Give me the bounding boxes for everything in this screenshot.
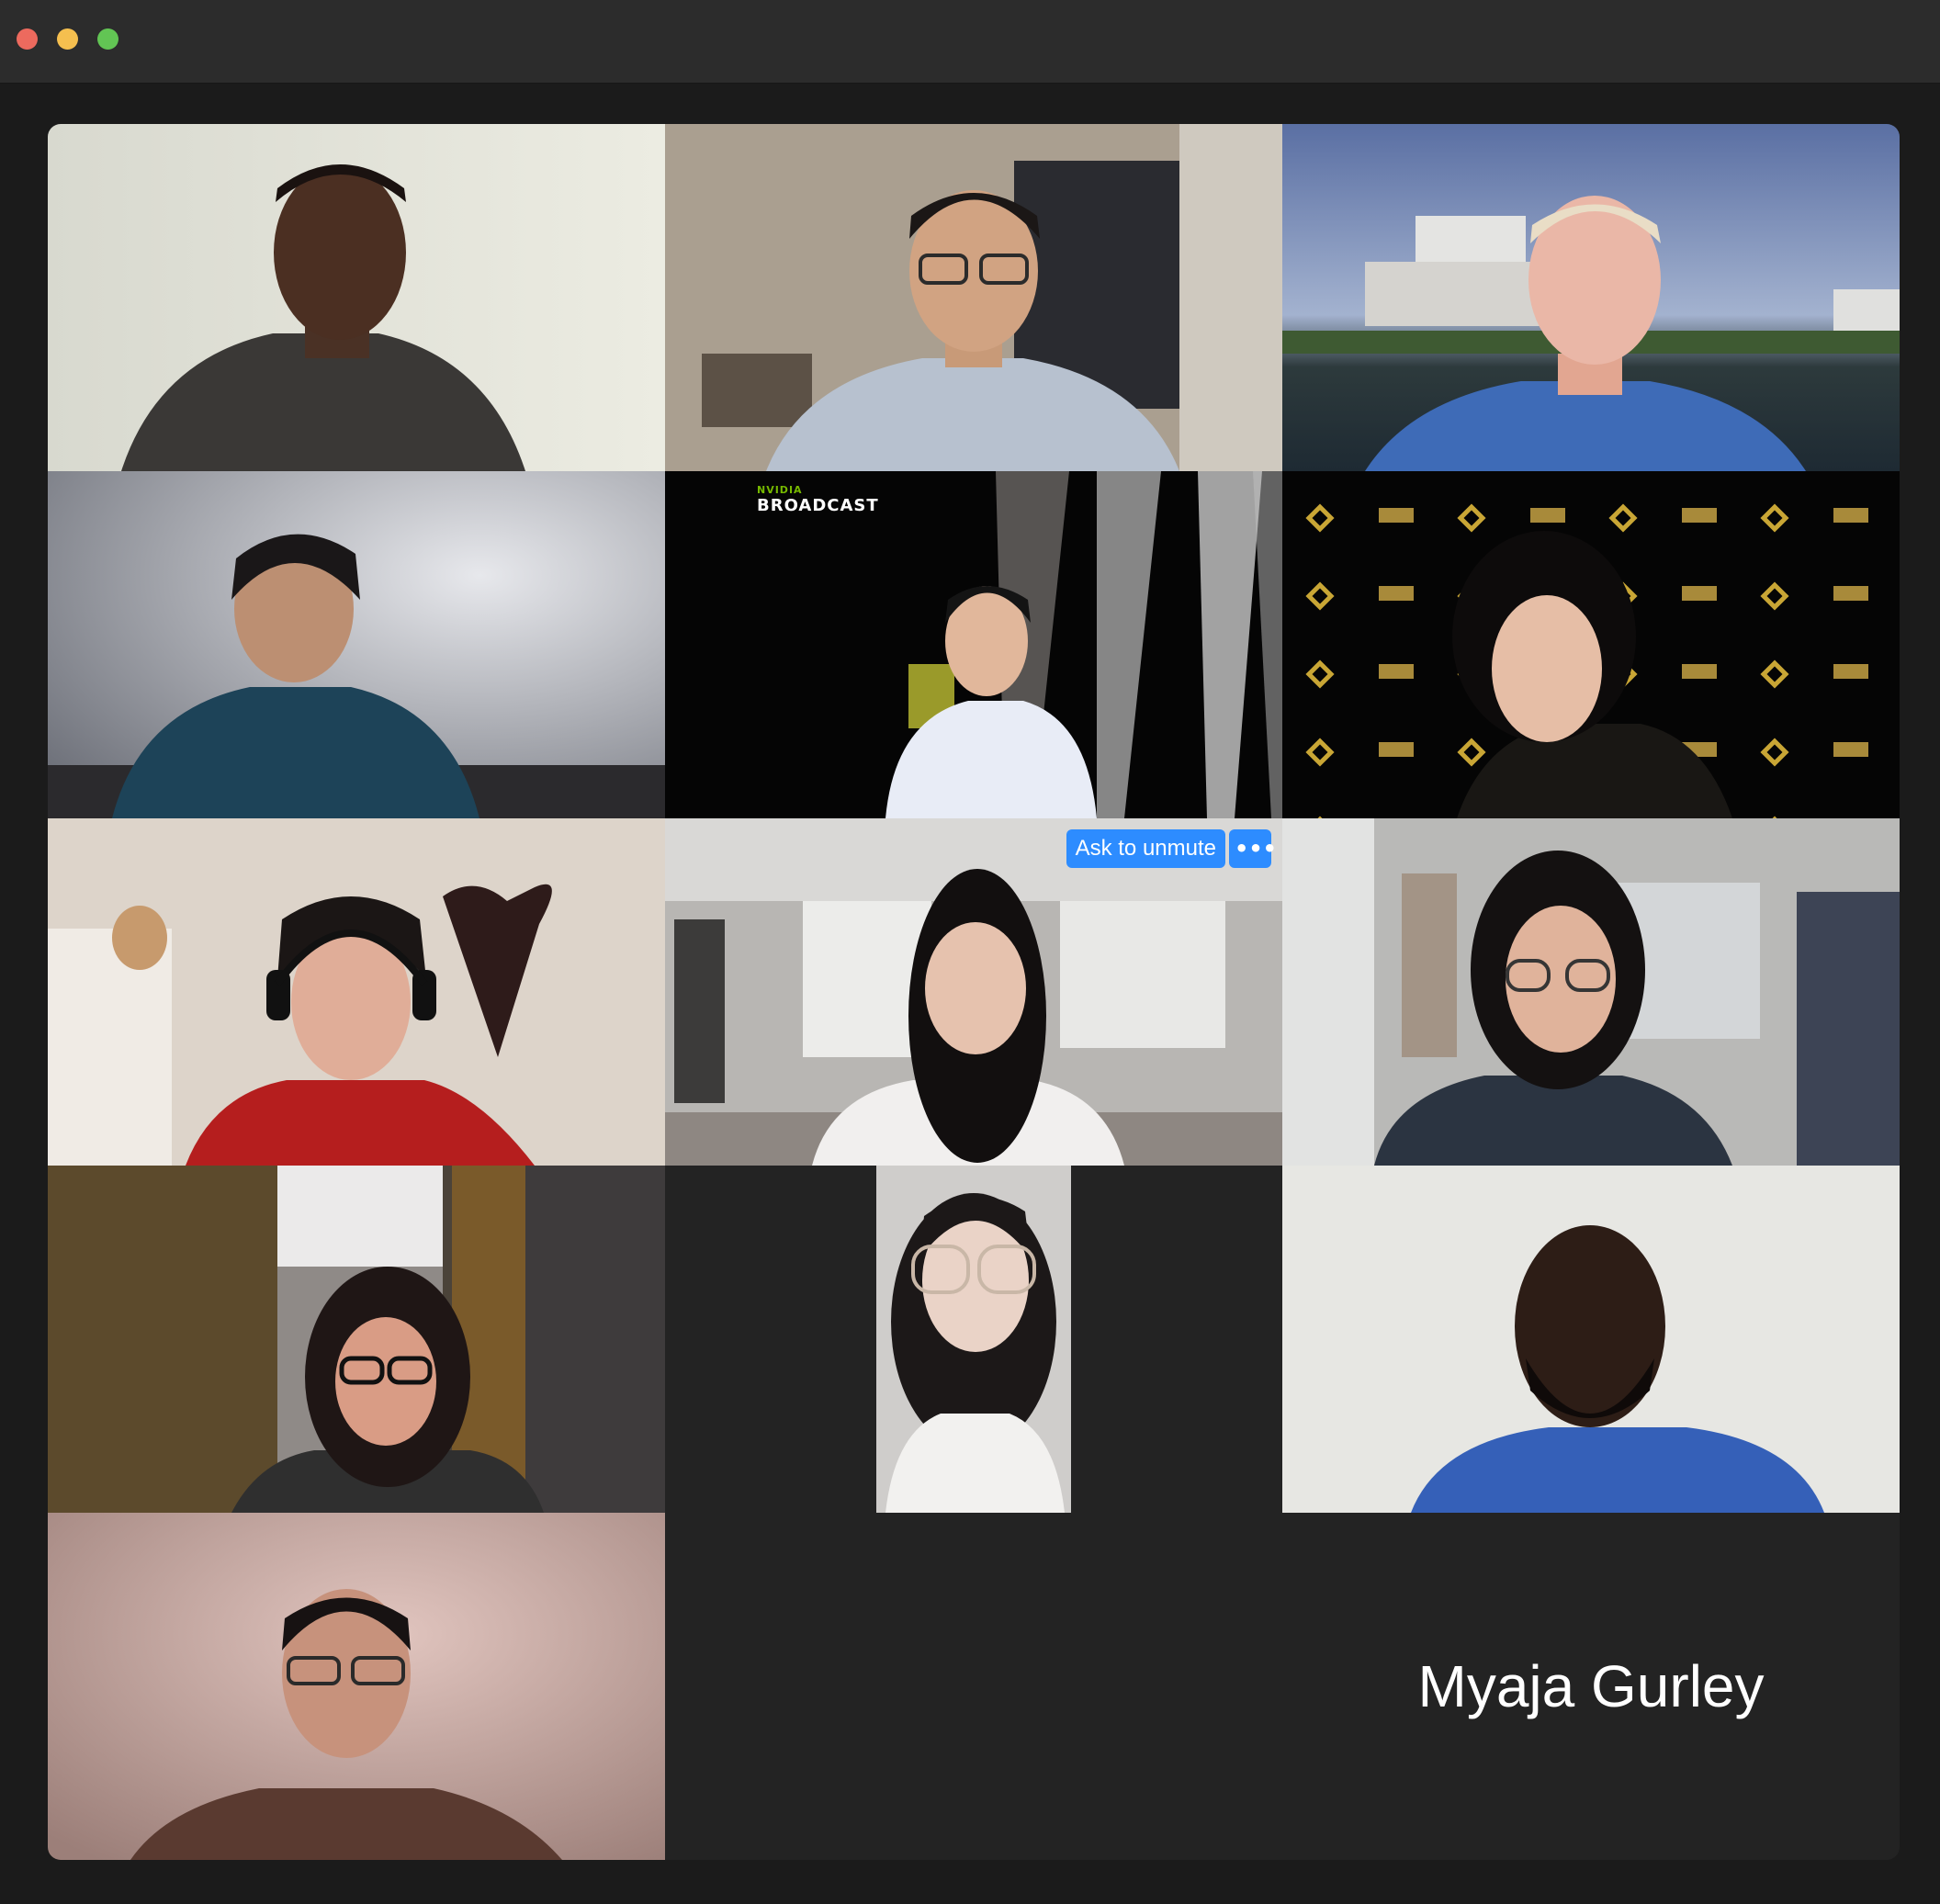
participant-video [48, 1513, 665, 1860]
participant-video [665, 471, 1282, 818]
nvidia-broadcast-watermark: NVIDIA BROADCAST [757, 484, 879, 515]
participant-video-tile[interactable]: NVIDIA BROADCAST [665, 471, 1282, 818]
participant-video [1282, 818, 1900, 1166]
participant-video [665, 124, 1282, 471]
ask-to-unmute-button[interactable]: Ask to unmute [1066, 829, 1225, 868]
maximize-window-button[interactable] [97, 28, 118, 50]
participant-video-tile[interactable] [48, 471, 665, 818]
participant-video-tile[interactable] [1282, 818, 1900, 1166]
participant-name-tile[interactable]: Myaja Gurley [1282, 1513, 1900, 1860]
participant-video [48, 471, 665, 818]
participant-video-tile[interactable]: Ask to unmute ••• [665, 818, 1282, 1166]
participant-video-tile[interactable] [48, 1513, 665, 1860]
participant-video-tile[interactable] [1282, 124, 1900, 471]
participant-video-tile[interactable] [48, 818, 665, 1166]
participant-video [48, 1166, 665, 1513]
participant-video [1282, 124, 1900, 471]
participant-name: Myaja Gurley [1417, 1653, 1765, 1719]
participant-video-tile[interactable] [1282, 471, 1900, 818]
gallery-view: NVIDIA BROADCAST Ask to unmute ••• Myaja… [48, 124, 1900, 1860]
close-window-button[interactable] [17, 28, 38, 50]
minimize-window-button[interactable] [57, 28, 78, 50]
participant-video [1282, 471, 1900, 818]
participant-video [665, 818, 1282, 1166]
participant-video [48, 124, 665, 471]
participant-video [1282, 1166, 1900, 1513]
participant-video-tile[interactable] [48, 1166, 665, 1513]
ellipsis-icon[interactable]: ••• [1229, 829, 1277, 868]
window-title-bar [0, 0, 1940, 84]
participant-video [48, 818, 665, 1166]
participant-video-tile[interactable] [48, 124, 665, 471]
participant-video-tile[interactable] [876, 1166, 1071, 1513]
participant-hover-controls: Ask to unmute ••• [1066, 829, 1277, 868]
participant-video-tile[interactable] [1282, 1166, 1900, 1513]
participant-video [876, 1166, 1071, 1513]
participant-video-tile[interactable] [665, 124, 1282, 471]
